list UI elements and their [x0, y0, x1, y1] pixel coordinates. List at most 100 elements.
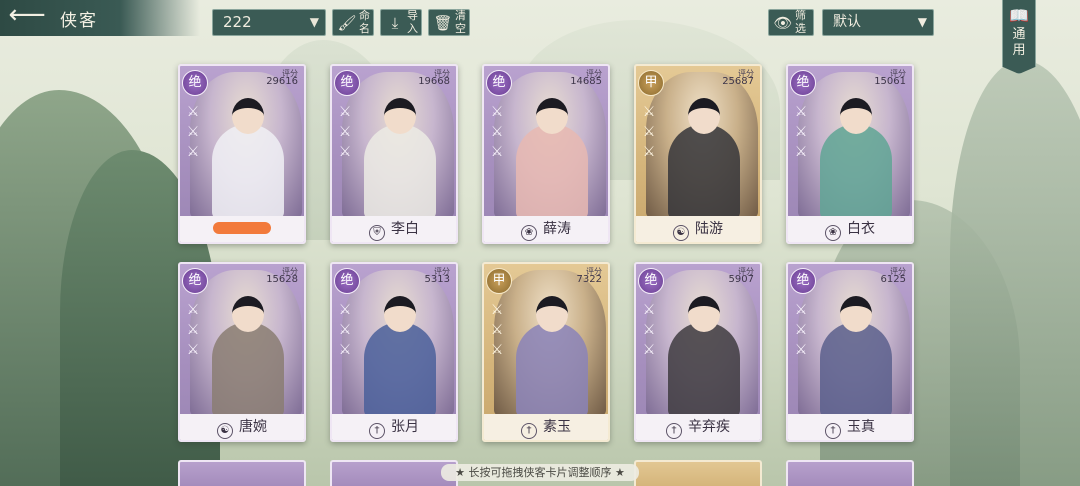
filter-label: 筛选 [795, 9, 806, 35]
rank-badge: 甲 [486, 268, 512, 294]
hero-portrait [494, 270, 606, 418]
sort-select-value: 默认 [833, 14, 861, 30]
score-value: 25687 [722, 76, 754, 87]
drag-hint: ★ 长按可拖拽侠客卡片调整顺序 ★ [0, 464, 1080, 481]
hero-card[interactable]: 绝 评分 15061 ⚔ ⚔ ⚔ ❀ 白衣 [786, 64, 914, 244]
general-tab[interactable]: 📖 通用 [1002, 0, 1036, 74]
book-icon: 📖 [1009, 6, 1029, 25]
hero-name: 唐婉 [239, 419, 267, 435]
hero-name-plate: † 玉真 [788, 414, 912, 440]
hero-name-plate: ☯ 陆游 [636, 216, 760, 242]
general-tab-label: 通用 [1012, 27, 1026, 58]
rank-badge: 绝 [486, 70, 512, 96]
weapon-icons: ⚔ ⚔ ⚔ [642, 302, 656, 358]
rename-button[interactable]: 🖌 命名 [332, 9, 374, 36]
hero-name-plate [180, 216, 304, 242]
eye-icon: 👁 [773, 14, 793, 32]
hero-name-plate: † 素玉 [484, 414, 608, 440]
hero-name: 李白 [391, 221, 419, 237]
weapon-icons: ⚔ ⚔ ⚔ [338, 104, 352, 160]
weapon-icons: ⚔ ⚔ ⚔ [338, 302, 352, 358]
hero-name-plate: ☯ 唐婉 [180, 414, 304, 440]
team-select-value: 222 [223, 13, 252, 31]
hero-portrait [494, 72, 606, 220]
weapon-icons: ⚔ ⚔ ⚔ [642, 104, 656, 160]
sort-select[interactable]: 默认 ▼ [822, 9, 934, 36]
rank-badge: 绝 [334, 70, 360, 96]
yin-yang-icon: ☯ [673, 225, 689, 241]
hero-name: 薛涛 [543, 221, 571, 237]
score-value: 15061 [874, 76, 906, 87]
sword-icon: † [369, 423, 385, 439]
score-value: 29616 [266, 76, 298, 87]
hero-name: 张月 [391, 419, 419, 435]
chevron-down-icon: ▼ [309, 15, 319, 29]
hero-card[interactable]: 甲 评分 25687 ⚔ ⚔ ⚔ ☯ 陆游 [634, 64, 762, 244]
page-title: 侠客 [60, 11, 98, 31]
hero-name: 陆游 [695, 221, 723, 237]
hero-portrait [342, 72, 454, 220]
score-value: 6125 [880, 274, 906, 285]
hero-name-plate: ⛨ 李白 [332, 216, 456, 242]
hero-card[interactable]: 绝 评分 5907 ⚔ ⚔ ⚔ † 辛弃疾 [634, 262, 762, 442]
import-label: 导入 [407, 9, 418, 35]
hero-name-plate: † 辛弃疾 [636, 414, 760, 440]
import-button[interactable]: ⤓ 导入 [380, 9, 422, 36]
score-value: 5907 [728, 274, 754, 285]
hero-name-plate: ❀ 白衣 [788, 216, 912, 242]
hero-card[interactable]: 绝 评分 19668 ⚔ ⚔ ⚔ ⛨ 李白 [330, 64, 458, 244]
top-bar: ⟵ 侠客 222 ▼ 🖌 命名 ⤓ 导入 🗑 清空 👁 筛选 默认 ▼ 📖 通用 [0, 0, 1080, 74]
score-value: 7322 [576, 274, 602, 285]
drag-hint-text: ★ 长按可拖拽侠客卡片调整顺序 ★ [441, 464, 639, 481]
hero-portrait [798, 72, 910, 220]
hero-portrait [646, 270, 758, 418]
hero-card[interactable]: 绝 评分 15628 ⚔ ⚔ ⚔ ☯ 唐婉 [178, 262, 306, 442]
yin-yang-icon: ☯ [217, 423, 233, 439]
hero-card[interactable]: 绝 评分 6125 ⚔ ⚔ ⚔ † 玉真 [786, 262, 914, 442]
hero-card[interactable]: 绝 评分 29616 ⚔ ⚔ ⚔ [178, 64, 306, 244]
hero-name-plate: ❀ 薛涛 [484, 216, 608, 242]
hero-portrait [798, 270, 910, 418]
weapon-icons: ⚔ ⚔ ⚔ [186, 302, 200, 358]
trash-icon: 🗑 [433, 14, 453, 32]
shield-icon: ⛨ [369, 225, 385, 241]
rank-badge: 绝 [182, 70, 208, 96]
score-value: 19668 [418, 76, 450, 87]
rank-badge: 甲 [638, 70, 664, 96]
hero-name: 辛弃疾 [688, 419, 730, 435]
hero-name: 白衣 [847, 221, 875, 237]
rank-badge: 绝 [182, 268, 208, 294]
weapon-icons: ⚔ ⚔ ⚔ [794, 104, 808, 160]
hero-name: 玉真 [847, 419, 875, 435]
hero-name: 素玉 [543, 419, 571, 435]
clear-label: 清空 [455, 9, 466, 35]
hero-portrait [646, 72, 758, 220]
lotus-icon: ❀ [521, 225, 537, 241]
filter-button[interactable]: 👁 筛选 [768, 9, 814, 36]
chevron-down-icon: ▼ [917, 15, 927, 29]
rank-badge: 绝 [334, 268, 360, 294]
rank-badge: 绝 [790, 268, 816, 294]
back-arrow-icon[interactable]: ⟵ [6, 2, 48, 30]
rank-badge: 绝 [790, 70, 816, 96]
sword-icon: † [825, 423, 841, 439]
sword-icon: † [521, 423, 537, 439]
hero-card[interactable]: 绝 评分 14685 ⚔ ⚔ ⚔ ❀ 薛涛 [482, 64, 610, 244]
hero-portrait [190, 72, 302, 220]
weapon-icons: ⚔ ⚔ ⚔ [490, 302, 504, 358]
rename-label: 命名 [359, 9, 370, 35]
sword-icon: † [666, 423, 682, 439]
brush-icon: 🖌 [337, 14, 357, 32]
team-select[interactable]: 222 ▼ [212, 9, 326, 36]
download-icon: ⤓ [391, 14, 399, 32]
redacted-name [213, 222, 271, 234]
hero-card[interactable]: 甲 评分 7322 ⚔ ⚔ ⚔ † 素玉 [482, 262, 610, 442]
hero-portrait [190, 270, 302, 418]
weapon-icons: ⚔ ⚔ ⚔ [490, 104, 504, 160]
clear-button[interactable]: 🗑 清空 [428, 9, 470, 36]
score-value: 5313 [424, 274, 450, 285]
hero-name-plate: † 张月 [332, 414, 456, 440]
hero-card[interactable]: 绝 评分 5313 ⚔ ⚔ ⚔ † 张月 [330, 262, 458, 442]
lotus-icon: ❀ [825, 225, 841, 241]
rank-badge: 绝 [638, 268, 664, 294]
